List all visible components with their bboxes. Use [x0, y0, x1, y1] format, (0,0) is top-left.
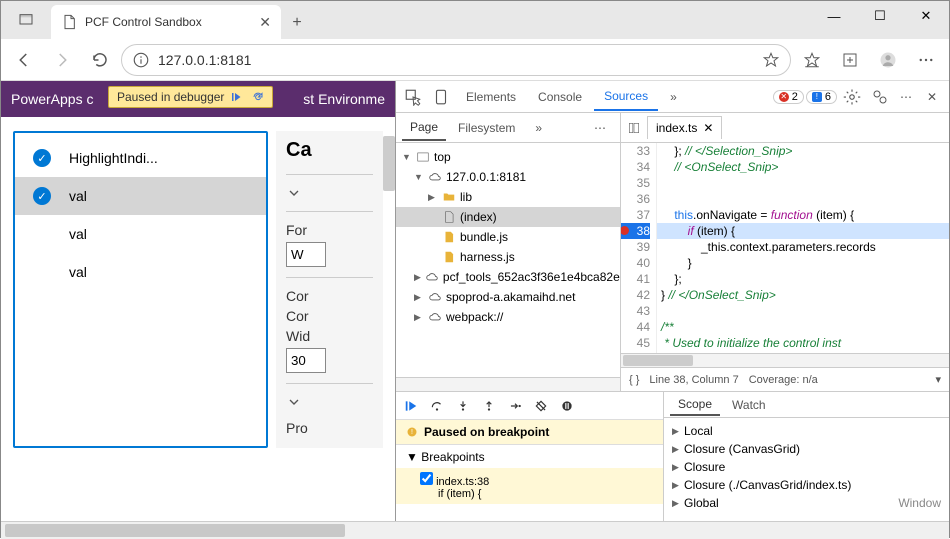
- check-icon: [33, 263, 51, 281]
- tabs-overflow[interactable]: »: [660, 84, 687, 110]
- subtab-page[interactable]: Page: [402, 115, 446, 141]
- close-window-button[interactable]: ✕: [903, 1, 949, 31]
- svg-text:!: !: [411, 429, 413, 436]
- tab-sources[interactable]: Sources: [594, 83, 658, 111]
- step-into-button[interactable]: [456, 399, 470, 413]
- chevron-down-icon[interactable]: [286, 394, 302, 410]
- paused-in-debugger-chip: Paused in debugger: [108, 86, 273, 108]
- file-tab-index[interactable]: index.ts✕: [647, 116, 722, 139]
- site-info-icon[interactable]: [132, 51, 150, 69]
- tab-scope[interactable]: Scope: [670, 394, 720, 416]
- forward-button[interactable]: [45, 43, 79, 77]
- profile-button[interactable]: [871, 43, 905, 77]
- app-banner: PowerApps c st Environme Paused in debug…: [1, 81, 395, 117]
- page-content: PowerApps c st Environme Paused in debug…: [1, 81, 396, 521]
- subtab-more[interactable]: ⋯: [586, 116, 614, 140]
- browser-tab[interactable]: PCF Control Sandbox ✕: [51, 5, 281, 39]
- tab-elements[interactable]: Elements: [456, 84, 526, 110]
- paused-message: ! Paused on breakpoint: [396, 420, 663, 445]
- devtools-tabs: Elements Console Sources » ✕2 !6 ⋯ ✕: [396, 81, 949, 113]
- list-item-label: val: [69, 188, 87, 204]
- check-icon: [33, 225, 51, 243]
- scrollbar-thumb[interactable]: [383, 136, 395, 191]
- subtab-filesystem[interactable]: Filesystem: [450, 116, 523, 140]
- bp-checkbox[interactable]: [420, 472, 433, 485]
- close-file-icon[interactable]: ✕: [703, 121, 713, 135]
- scope-list[interactable]: ▶Local▶Closure (CanvasGrid)▶Closure▶Clos…: [664, 418, 949, 516]
- form-input-1[interactable]: [286, 242, 326, 267]
- minimize-button[interactable]: —: [811, 1, 857, 31]
- check-icon: ✓: [33, 187, 51, 205]
- scope-item[interactable]: ▶Local: [672, 422, 941, 440]
- step-button[interactable]: [508, 399, 522, 413]
- tab-console[interactable]: Console: [528, 84, 592, 110]
- nav-icon[interactable]: [627, 121, 641, 135]
- collections-button[interactable]: [833, 43, 867, 77]
- devtools-more-icon[interactable]: ⋯: [895, 80, 917, 114]
- pause-exceptions-button[interactable]: [560, 399, 574, 413]
- check-icon: ✓: [33, 149, 51, 167]
- list-item-label: val: [69, 264, 87, 280]
- list-item[interactable]: ✓ val: [15, 177, 266, 215]
- subtab-overflow[interactable]: »: [527, 116, 550, 140]
- gear-icon[interactable]: [867, 80, 893, 114]
- error-badge[interactable]: ✕2: [773, 90, 804, 104]
- scope-item[interactable]: ▶GlobalWindow: [672, 494, 941, 512]
- refresh-button[interactable]: [83, 43, 117, 77]
- page-icon: [61, 14, 77, 30]
- scope-item[interactable]: ▶Closure (CanvasGrid): [672, 440, 941, 458]
- inspect-icon[interactable]: [400, 84, 426, 110]
- list-item[interactable]: ✓ HighlightIndi...: [15, 139, 266, 177]
- code-editor[interactable]: 33343536373839404142434445464748 }; // <…: [621, 143, 949, 353]
- step-over-button[interactable]: [430, 399, 444, 413]
- back-button[interactable]: [7, 43, 41, 77]
- resume-button[interactable]: [404, 399, 418, 413]
- close-devtools-icon[interactable]: ✕: [919, 80, 945, 114]
- deactivate-bp-button[interactable]: [534, 399, 548, 413]
- property-list[interactable]: ✓ HighlightIndi... ✓ val val val: [13, 131, 268, 448]
- scope-item[interactable]: ▶Closure (./CanvasGrid/index.ts): [672, 476, 941, 494]
- breakpoint-item[interactable]: index.ts:38 if (item) {: [396, 468, 663, 504]
- device-icon[interactable]: [428, 84, 454, 110]
- chevron-down-icon[interactable]: [286, 185, 302, 201]
- step-icon[interactable]: [252, 91, 264, 103]
- maximize-button[interactable]: ☐: [857, 1, 903, 31]
- address-bar: 127.0.0.1:8181: [1, 39, 949, 81]
- editor-status: { } Line 38, Column 7 Coverage: n/a ▾: [621, 367, 949, 391]
- scope-item[interactable]: ▶Closure: [672, 458, 941, 476]
- property-form: Ca For Cor Cor Wid Pro: [276, 131, 383, 448]
- tab-title: PCF Control Sandbox: [85, 15, 251, 29]
- horizontal-scrollbar[interactable]: [1, 521, 949, 539]
- list-item-label: HighlightIndi...: [69, 150, 158, 166]
- new-tab-button[interactable]: +: [281, 7, 313, 39]
- close-tab-icon[interactable]: ✕: [259, 14, 271, 31]
- list-item[interactable]: val: [15, 215, 266, 253]
- list-item-label: val: [69, 226, 87, 242]
- form-input-2[interactable]: [286, 348, 326, 373]
- devtools-panel: Elements Console Sources » ✕2 !6 ⋯ ✕ Pag…: [396, 81, 949, 521]
- favorite-icon[interactable]: [762, 51, 780, 69]
- url-text: 127.0.0.1:8181: [158, 52, 754, 68]
- form-header: Ca: [286, 139, 373, 162]
- tab-watch[interactable]: Watch: [724, 395, 774, 415]
- more-button[interactable]: [909, 43, 943, 77]
- step-out-button[interactable]: [482, 399, 496, 413]
- resume-icon[interactable]: [230, 91, 242, 103]
- breakpoints-header[interactable]: ▼ Breakpoints: [406, 450, 653, 464]
- warning-badge[interactable]: !6: [806, 90, 837, 104]
- editor-tabs: index.ts✕: [621, 113, 949, 143]
- favorites-button[interactable]: [795, 43, 829, 77]
- tab-actions-icon[interactable]: [1, 1, 51, 39]
- settings-icon[interactable]: [839, 80, 865, 114]
- debugger-controls: [396, 392, 663, 420]
- list-item[interactable]: val: [15, 253, 266, 291]
- file-tree[interactable]: ▼top ▼127.0.0.1:8181 ▶lib (index) bundle…: [396, 143, 620, 377]
- url-input[interactable]: 127.0.0.1:8181: [121, 44, 791, 76]
- window-titlebar: PCF Control Sandbox ✕ + — ☐ ✕: [1, 1, 949, 39]
